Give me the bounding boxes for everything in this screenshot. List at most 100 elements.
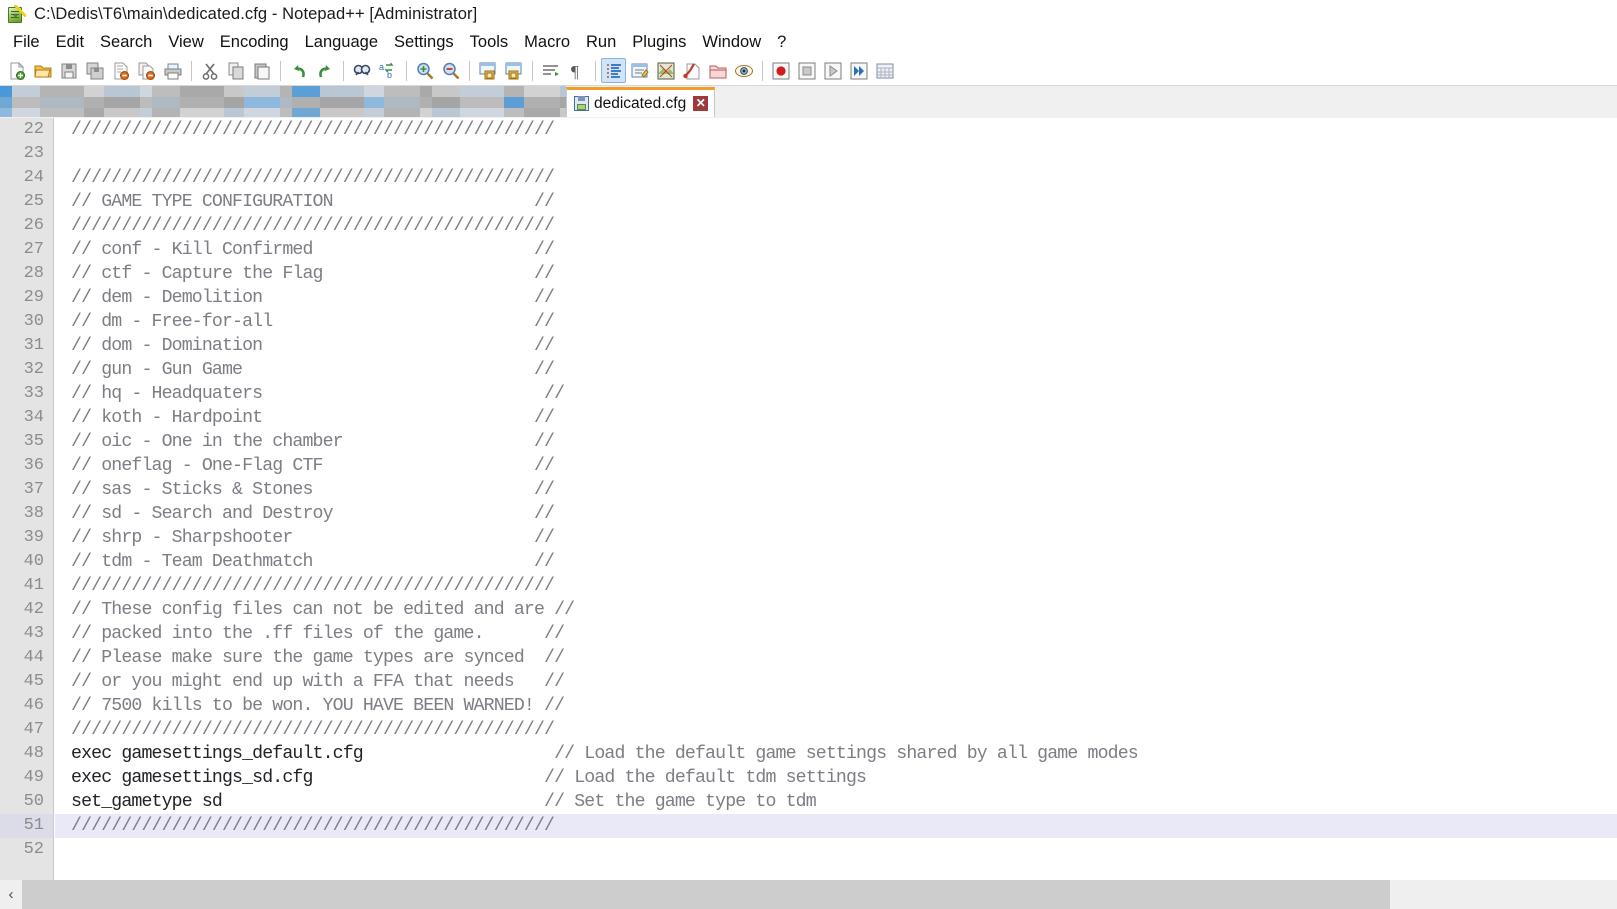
menu-item-tools[interactable]: Tools — [462, 31, 517, 55]
code-line[interactable]: ////////////////////////////////////////… — [55, 718, 1617, 742]
save-all-icon[interactable] — [82, 58, 107, 83]
open-folder-icon[interactable] — [30, 58, 55, 83]
close-document-icon[interactable] — [108, 58, 133, 83]
code-line[interactable]: set_gametype sd // Set the game type to … — [55, 790, 1617, 814]
code-line[interactable]: // dm - Free-for-all // — [55, 310, 1617, 334]
paste-icon[interactable] — [249, 58, 274, 83]
play-macro-icon[interactable] — [820, 58, 845, 83]
scroll-left-arrow[interactable]: ‹ — [0, 880, 22, 909]
code-line[interactable]: // oic - One in the chamber // — [55, 430, 1617, 454]
folder-as-workspace-icon[interactable] — [705, 58, 730, 83]
code-line[interactable]: // tdm - Team Deathmatch // — [55, 550, 1617, 574]
undo-icon[interactable] — [286, 58, 311, 83]
horizontal-scroll-thumb[interactable] — [22, 880, 1390, 909]
sync-horizontal-scroll-icon[interactable] — [501, 58, 526, 83]
line-number: 27 — [23, 240, 44, 259]
code-line[interactable]: // 7500 kills to be won. YOU HAVE BEEN W… — [55, 694, 1617, 718]
copy-icon[interactable] — [223, 58, 248, 83]
menu-item-plugins[interactable]: Plugins — [624, 31, 694, 55]
replace-icon[interactable]: a b — [375, 58, 400, 83]
code-line[interactable]: // conf - Kill Confirmed // — [55, 238, 1617, 262]
menu-item-edit[interactable]: Edit — [48, 31, 92, 55]
cut-icon[interactable] — [197, 58, 222, 83]
code-line[interactable]: // gun - Gun Game // — [55, 358, 1617, 382]
menu-bar: File Edit Search View Encoding Language … — [0, 29, 1617, 56]
run-macro-multiple-icon[interactable] — [846, 58, 871, 83]
code-line[interactable]: ////////////////////////////////////////… — [55, 814, 1617, 838]
line-number: 42 — [23, 600, 44, 619]
zoom-out-icon[interactable] — [438, 58, 463, 83]
line-number: 38 — [23, 504, 44, 523]
code-line[interactable]: ////////////////////////////////////////… — [55, 214, 1617, 238]
show-all-characters-icon[interactable]: ¶ — [564, 58, 589, 83]
code-line[interactable]: // Please make sure the game types are s… — [55, 646, 1617, 670]
notepad-plus-plus-icon — [7, 4, 26, 24]
menu-item-settings[interactable]: Settings — [386, 31, 462, 55]
find-icon[interactable] — [349, 58, 374, 83]
line-number: 26 — [23, 216, 44, 235]
close-icon[interactable]: ✕ — [693, 96, 709, 111]
code-line[interactable]: // hq - Headquaters // — [55, 382, 1617, 406]
close-all-documents-icon[interactable] — [134, 58, 159, 83]
menu-item-window[interactable]: Window — [694, 31, 769, 55]
code-line[interactable]: exec gamesettings_sd.cfg // Load the def… — [55, 766, 1617, 790]
menu-item-file[interactable]: File — [5, 31, 48, 55]
new-file-icon[interactable] — [4, 58, 29, 83]
svg-text:a: a — [379, 62, 384, 72]
code-line[interactable]: // dom - Domination // — [55, 334, 1617, 358]
zoom-in-icon[interactable] — [412, 58, 437, 83]
horizontal-scrollbar[interactable]: ‹ — [0, 880, 1617, 909]
line-number: 39 — [23, 528, 44, 547]
code-line[interactable]: // These config files can not be edited … — [55, 598, 1617, 622]
menu-item-search[interactable]: Search — [92, 31, 160, 55]
indent-guide-icon[interactable] — [601, 58, 626, 83]
code-line[interactable]: // ctf - Capture the Flag // — [55, 262, 1617, 286]
code-line[interactable]: // dem - Demolition // — [55, 286, 1617, 310]
menu-item-language[interactable]: Language — [297, 31, 386, 55]
save-macro-icon[interactable] — [872, 58, 897, 83]
tab-label: dedicated.cfg — [594, 94, 687, 112]
record-macro-icon[interactable] — [768, 58, 793, 83]
code-line[interactable]: ////////////////////////////////////////… — [55, 118, 1617, 142]
toolbar-separator — [762, 60, 763, 81]
line-number: 30 — [23, 312, 44, 331]
menu-item-help[interactable]: ? — [769, 31, 794, 55]
redo-icon[interactable] — [312, 58, 337, 83]
code-text-area[interactable]: ////////////////////////////////////////… — [55, 118, 1617, 880]
tab-dedicated-cfg[interactable]: dedicated.cfg ✕ — [566, 87, 716, 117]
line-number: 32 — [23, 360, 44, 379]
code-line[interactable]: exec gamesettings_default.cfg // Load th… — [55, 742, 1617, 766]
code-line[interactable]: ////////////////////////////////////////… — [55, 574, 1617, 598]
save-icon[interactable] — [56, 58, 81, 83]
code-line[interactable]: // packed into the .ff files of the game… — [55, 622, 1617, 646]
menu-item-run[interactable]: Run — [578, 31, 624, 55]
code-line[interactable]: ////////////////////////////////////////… — [55, 166, 1617, 190]
user-defined-language-icon[interactable] — [627, 58, 652, 83]
menu-item-view[interactable]: View — [160, 31, 211, 55]
code-line[interactable]: // GAME TYPE CONFIGURATION // — [55, 190, 1617, 214]
code-line[interactable]: // shrp - Sharpshooter // — [55, 526, 1617, 550]
code-line[interactable]: // koth - Hardpoint // — [55, 406, 1617, 430]
function-list-icon[interactable] — [679, 58, 704, 83]
code-line[interactable]: // sas - Sticks & Stones // — [55, 478, 1617, 502]
monitoring-icon[interactable] — [731, 58, 756, 83]
print-icon[interactable] — [160, 58, 185, 83]
line-number: 50 — [23, 792, 44, 811]
line-number: 43 — [23, 624, 44, 643]
horizontal-scroll-track[interactable] — [1390, 880, 1617, 909]
stop-recording-icon[interactable] — [794, 58, 819, 83]
code-line[interactable]: // oneflag - One-Flag CTF // — [55, 454, 1617, 478]
code-line[interactable] — [55, 142, 1617, 166]
line-number: 35 — [23, 432, 44, 451]
code-line[interactable] — [55, 838, 1617, 862]
word-wrap-icon[interactable] — [538, 58, 563, 83]
menu-item-macro[interactable]: Macro — [516, 31, 578, 55]
code-line[interactable]: // or you might end up with a FFA that n… — [55, 670, 1617, 694]
sync-vertical-scroll-icon[interactable] — [475, 58, 500, 83]
menu-item-encoding[interactable]: Encoding — [212, 31, 297, 55]
code-line[interactable]: // sd - Search and Destroy // — [55, 502, 1617, 526]
document-map-icon[interactable] — [653, 58, 678, 83]
toolbar-separator — [532, 60, 533, 81]
line-number: 51 — [0, 814, 53, 838]
editor-area[interactable]: 22 23 24 25 26 27 28 29 30 31 32 33 34 35 36 37 38 39 40 41… — [0, 118, 1617, 880]
